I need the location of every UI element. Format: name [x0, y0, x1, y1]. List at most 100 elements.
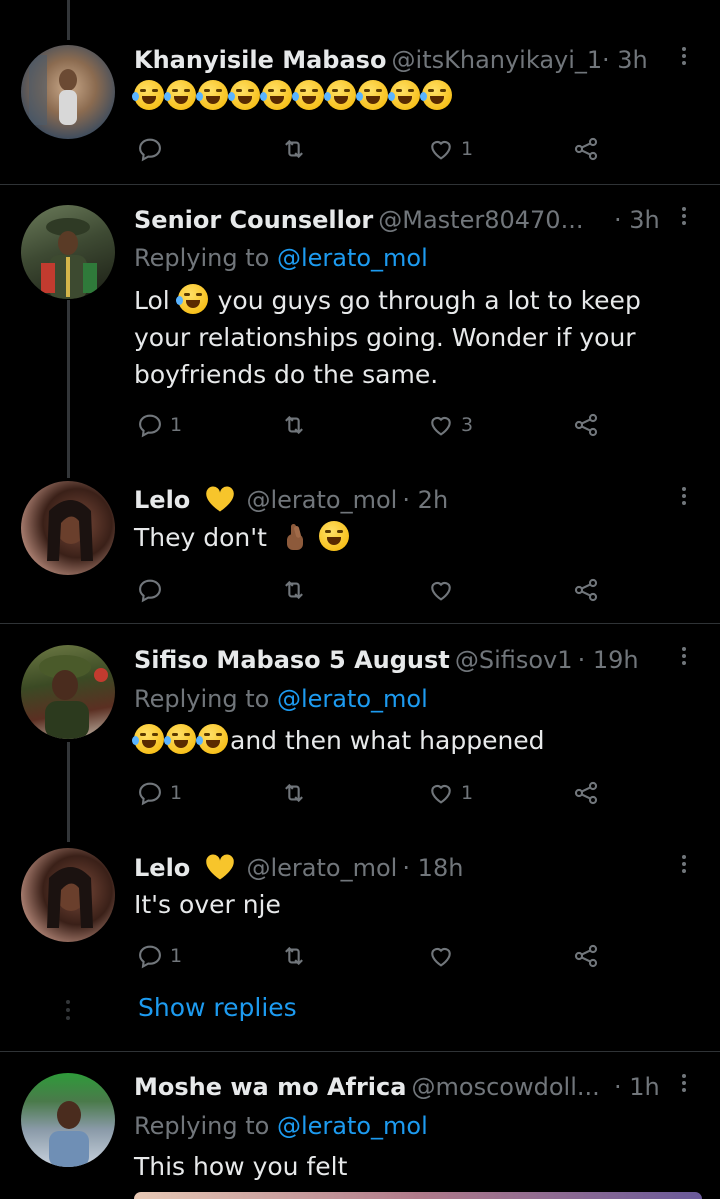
share-button[interactable]: [572, 941, 600, 971]
author-handle[interactable]: @itsKhanyikayi_1: [392, 46, 603, 74]
share-button[interactable]: [572, 134, 600, 164]
share-button[interactable]: [572, 575, 600, 605]
avatar[interactable]: [21, 45, 115, 139]
joy-emoji: [175, 284, 208, 314]
tweet-text: It's over nje: [134, 886, 704, 923]
share-button[interactable]: [572, 778, 600, 808]
tweet-text: This how you felt: [134, 1148, 704, 1185]
more-icon[interactable]: [679, 204, 689, 234]
reply-mention-link[interactable]: @lerato_mol: [277, 244, 428, 272]
tweet-text-body: and then what happened: [230, 726, 545, 755]
divider: [0, 184, 720, 185]
heart-icon: [431, 140, 451, 160]
show-replies-link[interactable]: Show replies: [138, 993, 297, 1022]
retweet-icon: [285, 139, 303, 159]
tweet-text: Lol you guys go through a lot to keep yo…: [134, 282, 704, 393]
divider: [0, 623, 720, 624]
rofl-emoji: [196, 80, 228, 110]
like-button[interactable]: 3: [427, 410, 473, 440]
rofl-emoji: [132, 80, 164, 110]
tweet-time[interactable]: · 18h: [402, 854, 463, 882]
like-button[interactable]: [427, 941, 455, 971]
more-icon[interactable]: [679, 44, 689, 74]
more-icon[interactable]: [679, 644, 689, 674]
tweet-time[interactable]: · 1h: [614, 1070, 660, 1104]
author-name[interactable]: Khanyisile Mabaso: [134, 46, 386, 74]
tweet-time[interactable]: · 3h: [602, 43, 648, 77]
reply-count: 1: [170, 782, 183, 804]
thread-line: [67, 0, 70, 40]
sweat-smile-emoji: [318, 521, 349, 551]
retweet-button[interactable]: [280, 941, 308, 971]
reply-button[interactable]: [136, 575, 164, 605]
rofl-emoji: [196, 724, 228, 754]
media-preview[interactable]: [134, 1192, 702, 1199]
reply-mention-link[interactable]: @lerato_mol: [277, 1112, 428, 1140]
like-count: 1: [461, 138, 474, 160]
reply-icon: [139, 138, 161, 162]
avatar[interactable]: [21, 848, 115, 942]
joy-emoji: [420, 80, 452, 110]
reply-button[interactable]: [136, 134, 170, 164]
author-handle[interactable]: @lerato_mol: [246, 486, 397, 514]
avatar[interactable]: [21, 481, 115, 575]
retweet-button[interactable]: [280, 410, 308, 440]
author-name[interactable]: Moshe wa mo Africa: [134, 1073, 406, 1101]
rofl-emoji: [260, 80, 292, 110]
replying-label: Replying to: [134, 685, 270, 713]
replying-label: Replying to: [134, 244, 270, 272]
retweet-button[interactable]: [280, 575, 308, 605]
tweet-time[interactable]: · 2h: [402, 486, 448, 514]
more-icon[interactable]: [679, 1071, 689, 1101]
retweet-icon: [285, 946, 303, 966]
retweet-button[interactable]: [280, 134, 308, 164]
share-icon: [574, 137, 598, 161]
reply-button[interactable]: 1: [136, 778, 182, 808]
reply-count: 1: [170, 414, 183, 436]
avatar[interactable]: [21, 1073, 115, 1167]
more-icon[interactable]: [679, 484, 689, 514]
author-handle[interactable]: @lerato_mol: [246, 854, 397, 882]
tweet-text-body: you guys go through a lot to keep your r…: [134, 286, 641, 389]
share-icon: [574, 578, 598, 602]
tweet-text-body: This how you felt: [134, 1152, 348, 1181]
heart-icon: [431, 947, 451, 967]
yellow-heart-icon: [206, 854, 235, 880]
joy-emoji: [356, 80, 388, 110]
author-handle[interactable]: @Sifisov1: [455, 646, 573, 674]
share-icon: [574, 944, 598, 968]
tweet-text-body: It's over nje: [134, 890, 281, 919]
author-name[interactable]: Lelo: [134, 486, 190, 514]
reply-icon: [139, 579, 161, 603]
author-name[interactable]: Lelo: [134, 854, 190, 882]
reply-button[interactable]: 1: [136, 410, 182, 440]
author-handle[interactable]: @moscowdoll...: [412, 1073, 600, 1101]
rofl-emoji: [324, 80, 356, 110]
reply-count: 1: [170, 945, 183, 967]
like-button[interactable]: 1: [427, 778, 473, 808]
reply-mention-link[interactable]: @lerato_mol: [277, 685, 428, 713]
heart-icon: [431, 416, 451, 436]
retweet-button[interactable]: [280, 778, 308, 808]
author-name[interactable]: Senior Counsellor: [134, 206, 373, 234]
reply-icon: [139, 945, 161, 969]
like-button[interactable]: [427, 575, 455, 605]
avatar[interactable]: [21, 645, 115, 739]
like-count: 3: [461, 414, 474, 436]
share-icon: [574, 413, 598, 437]
reply-button[interactable]: 1: [136, 941, 182, 971]
like-button[interactable]: 1: [427, 134, 473, 164]
avatar[interactable]: [21, 205, 115, 299]
reply-icon: [139, 782, 161, 806]
joy-emoji: [164, 80, 196, 110]
share-icon: [574, 781, 598, 805]
author-name[interactable]: Sifiso Mabaso 5 August: [134, 646, 450, 674]
tweet-text-prefix: Lol: [134, 286, 170, 315]
share-button[interactable]: [572, 410, 600, 440]
retweet-icon: [285, 783, 303, 803]
author-handle[interactable]: @Master80470...: [378, 206, 583, 234]
joy-emoji: [292, 80, 324, 110]
tweet-time[interactable]: · 3h: [614, 203, 660, 237]
tweet-time[interactable]: · 19h: [578, 646, 639, 674]
more-icon[interactable]: [679, 852, 689, 882]
